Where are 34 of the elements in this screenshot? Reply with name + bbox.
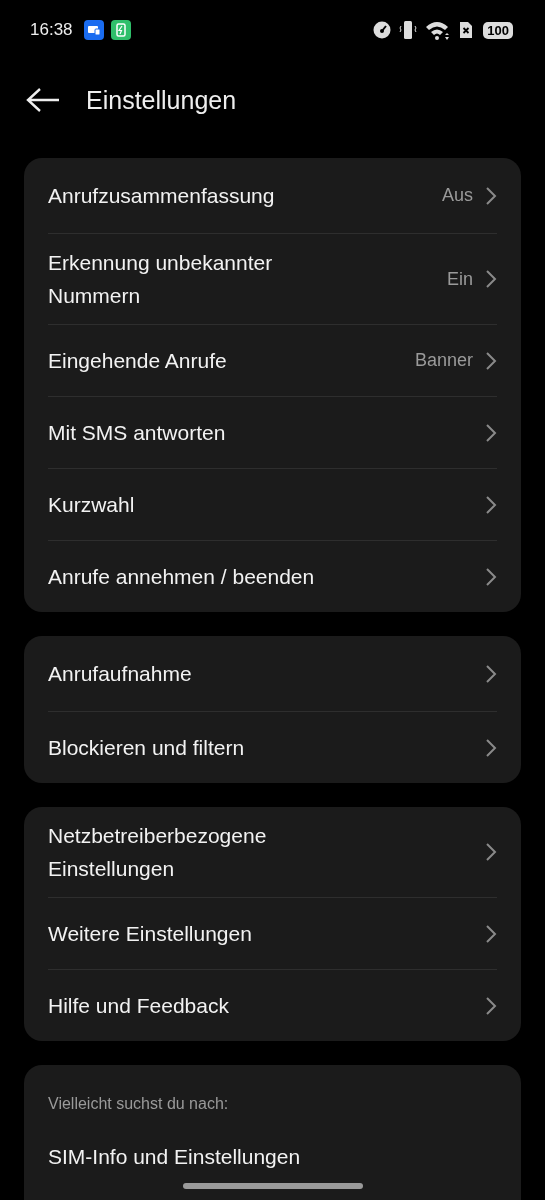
chevron-icon <box>485 842 497 862</box>
wifi-icon <box>425 20 452 40</box>
page-title: Einstellungen <box>86 85 237 115</box>
chevron-icon <box>485 422 497 443</box>
chevron-icon <box>485 269 497 289</box>
chevron-icon <box>485 663 497 684</box>
chevron-icon <box>485 494 497 515</box>
battery-level: 100 <box>483 21 513 39</box>
settings-row[interactable]: Kurzwahl <box>48 468 497 540</box>
settings-row[interactable]: Blockieren und filtern <box>48 711 497 783</box>
settings-row[interactable]: Weitere Einstellungen <box>48 897 497 969</box>
settings-row[interactable]: Anrufaufnahme <box>48 636 497 711</box>
settings-row[interactable]: Eingehende Anrufe Banner <box>48 324 497 396</box>
section-heading: Vielleicht suchst du nach: <box>48 1095 230 1113</box>
chevron-icon <box>485 350 497 371</box>
chevron-icon <box>485 995 497 1016</box>
clock-time: 16:38 <box>30 20 73 40</box>
no-sim-icon <box>459 21 474 39</box>
suggestion-link[interactable]: SIM-Info und Einstellungen <box>48 1145 497 1169</box>
settings-row[interactable]: Netzbetreiberbezogene Einstellungen <box>48 807 497 897</box>
settings-row[interactable]: Mit SMS antworten <box>48 396 497 468</box>
battery-charge-icon <box>110 20 131 40</box>
back-icon[interactable] <box>26 87 60 113</box>
screen-mirror-icon <box>83 20 104 40</box>
settings-row[interactable]: Hilfe und Feedback <box>48 969 497 1041</box>
vibrate-icon <box>399 20 418 40</box>
chevron-icon <box>485 185 497 206</box>
speedometer-icon <box>373 21 392 39</box>
chevron-icon <box>485 566 497 587</box>
chevron-icon <box>485 737 497 758</box>
settings-row[interactable]: Anrufzusammenfassung Aus <box>48 158 497 233</box>
settings-row[interactable]: Erkennung unbekannter Nummern Ein <box>48 233 497 324</box>
chevron-icon <box>485 923 497 944</box>
settings-row[interactable]: Anrufe annehmen / beenden <box>48 540 497 612</box>
